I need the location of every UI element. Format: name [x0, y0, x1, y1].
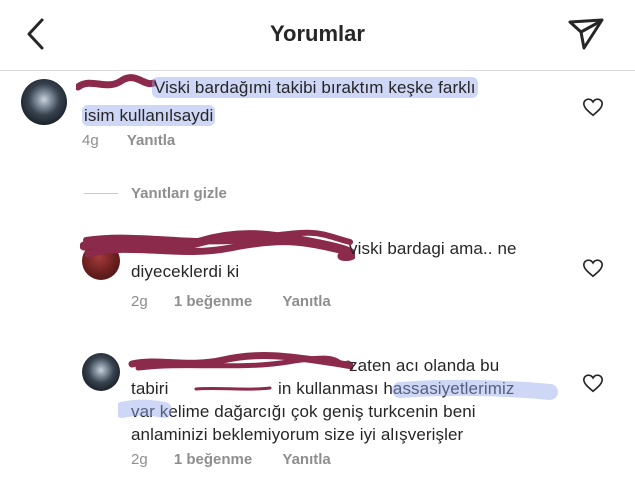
reply-time: 2g — [131, 293, 148, 310]
heart-icon[interactable] — [582, 372, 604, 394]
highlight-mark — [118, 379, 558, 418]
reply-text: viski bardagi ama.. ne — [349, 239, 517, 258]
avatar[interactable] — [21, 79, 67, 125]
divider — [84, 193, 118, 194]
page-title: Yorumlar — [270, 21, 365, 46]
comment-meta: 4g Yanıtla — [82, 132, 175, 149]
send-icon[interactable] — [566, 14, 606, 54]
username-redaction — [128, 352, 353, 371]
likes-count[interactable]: 1 beğenme — [174, 293, 252, 310]
heart-icon[interactable] — [582, 96, 604, 118]
comment-text-line1: Viski bardağımi takibi bıraktım keşke fa… — [152, 77, 478, 98]
reply-meta: 2g 1 beğenme Yanıtla — [131, 293, 331, 310]
reply-button[interactable]: Yanıtla — [282, 451, 330, 468]
comment-text-cont: isim kullanılsaydi — [82, 104, 216, 128]
reply-meta: 2g 1 beğenme Yanıtla — [131, 451, 331, 468]
reply-button[interactable]: Yanıtla — [282, 293, 330, 310]
likes-count[interactable]: 1 beğenme — [174, 451, 252, 468]
reply-time: 2g — [131, 451, 148, 468]
reply-text-cont: diyeceklerdi ki — [131, 262, 240, 281]
header: Yorumlar — [0, 0, 635, 71]
username-redaction — [76, 74, 156, 91]
reply-text-cont: anlaminizi beklemiyorum size iyi alışver… — [131, 425, 464, 444]
reply-button[interactable]: Yanıtla — [127, 132, 175, 149]
comment-text: Viski bardağımi takibi bıraktım keşke fa… — [152, 76, 478, 100]
comment-text-line2: isim kullanılsaydi — [82, 105, 216, 126]
comment-time: 4g — [82, 132, 99, 149]
hide-replies-button[interactable]: Yanıtları gizle — [131, 185, 227, 202]
heart-icon[interactable] — [582, 257, 604, 279]
avatar[interactable] — [82, 353, 120, 391]
